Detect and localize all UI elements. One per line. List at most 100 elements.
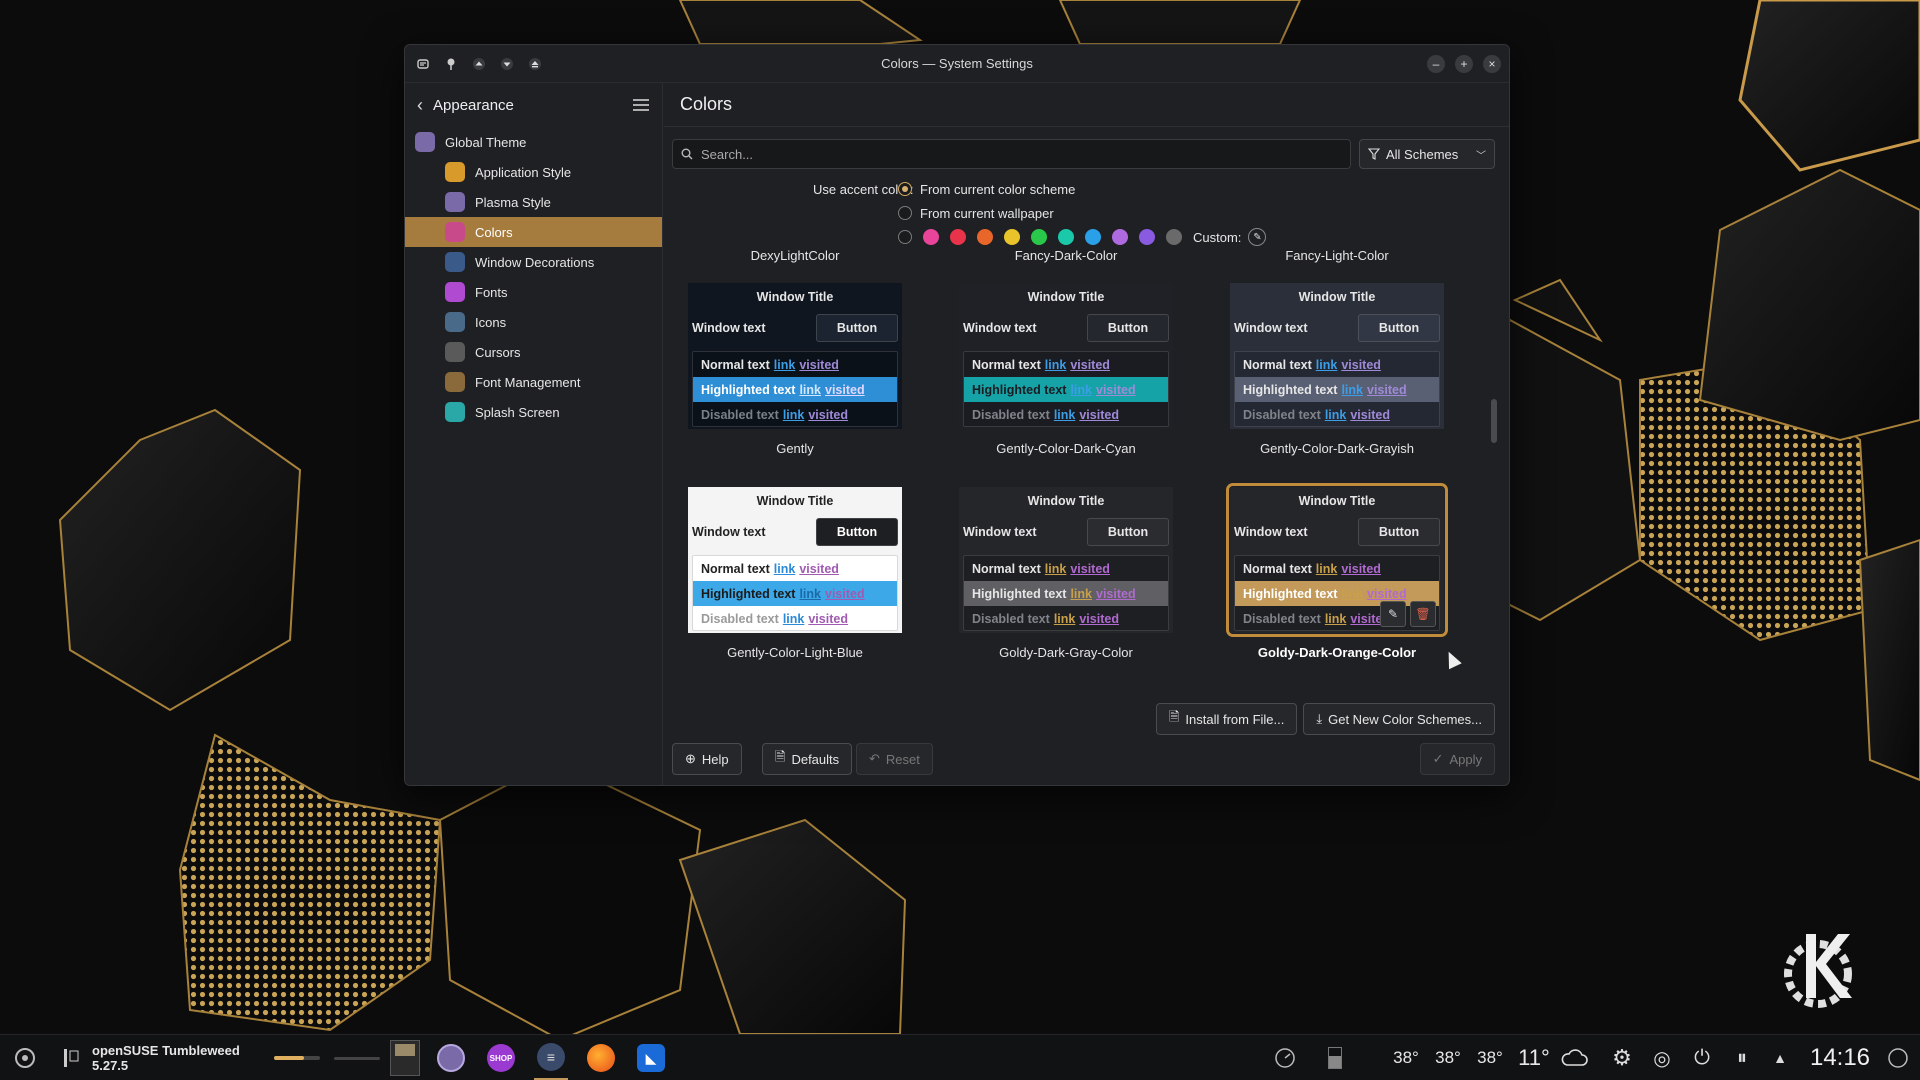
scrollbar[interactable] <box>1491 248 1497 693</box>
minimize-icon[interactable]: – <box>1427 54 1445 73</box>
back-arrow-icon[interactable]: ‹ <box>417 95 423 116</box>
apply-button[interactable]: ✓ Apply <box>1419 743 1495 775</box>
sidebar-item-application-style[interactable]: Application Style <box>405 157 662 187</box>
sidebar-item-font-management[interactable]: Font Management <box>405 367 662 397</box>
shade-icon[interactable] <box>525 54 545 74</box>
keep-below-icon[interactable] <box>497 54 517 74</box>
close-icon[interactable]: × <box>1483 54 1501 73</box>
accent-from-wallpaper-option[interactable]: From current wallpaper <box>898 201 1054 225</box>
volume-slider[interactable] <box>274 1035 320 1080</box>
sidebar-item-splash-screen[interactable]: Splash Screen <box>405 397 662 427</box>
preview-disabled-text: Disabled text <box>701 611 779 626</box>
monitor-icon[interactable] <box>1272 1035 1298 1080</box>
application-launcher-icon[interactable] <box>10 1035 40 1080</box>
brightness-slider[interactable] <box>334 1035 380 1080</box>
radio-from-scheme[interactable] <box>898 182 912 196</box>
accent-swatch[interactable] <box>1166 229 1182 245</box>
tray-expand-icon[interactable]: ▲ <box>1768 1035 1792 1080</box>
color-scheme-card[interactable]: Window Title Window text Button Normal text… <box>1230 283 1444 459</box>
sidebar-item-plasma-style[interactable]: Plasma Style <box>405 187 662 217</box>
preview-highlighted-text: Highlighted text <box>972 586 1067 601</box>
accent-swatch[interactable] <box>1085 229 1101 245</box>
scheme-name: Gently-Color-Light-Blue <box>727 645 863 660</box>
scheme-preview[interactable]: Window Title Window text Button Normal text… <box>959 283 1173 429</box>
delete-scheme-icon[interactable]: 🗑 <box>1410 601 1436 627</box>
scheme-preview[interactable]: Window Title Window text Button Normal text… <box>688 283 902 429</box>
cloud-icon[interactable] <box>1558 1035 1590 1080</box>
preview-window-text: Window text <box>963 525 1037 539</box>
accent-from-scheme-option[interactable]: From current color scheme <box>898 177 1075 201</box>
power-icon[interactable]: ⏻ <box>1688 1035 1716 1080</box>
accent-swatch[interactable] <box>1058 229 1074 245</box>
scheme-preview[interactable]: Window Title Window text Button Normal text… <box>959 487 1173 633</box>
window-menu-icon[interactable] <box>413 54 433 74</box>
radio-from-wallpaper[interactable] <box>898 206 912 220</box>
search-input[interactable]: Search... <box>672 139 1351 169</box>
edit-scheme-icon[interactable]: ✎ <box>1380 601 1406 627</box>
sidebar-item-colors[interactable]: Colors <box>405 217 662 247</box>
title-bar[interactable]: Colors — System Settings – + × <box>405 45 1509 83</box>
sidebar-item-global-theme[interactable]: Global Theme <box>405 127 662 157</box>
color-scheme-card[interactable]: Window Title Window text Button Normal text… <box>688 487 902 663</box>
sidebar-title: Appearance <box>433 96 514 114</box>
sidebar-item-label: Colors <box>475 224 513 240</box>
settings-gear-icon[interactable]: ⚙ <box>1608 1035 1636 1080</box>
scheme-filter-dropdown[interactable]: All Schemes ﹀ <box>1359 139 1495 169</box>
sidebar-item-fonts[interactable]: Fonts <box>405 277 662 307</box>
sidebar-item-cursors[interactable]: Cursors <box>405 337 662 367</box>
accent-swatch[interactable] <box>1031 229 1047 245</box>
show-desktop-icon[interactable] <box>1884 1035 1912 1080</box>
color-scheme-card[interactable]: Window Title Window text Button Normal text… <box>1226 483 1448 663</box>
weather-temperature[interactable]: 11° <box>1514 1035 1554 1080</box>
accent-swatch[interactable] <box>1139 229 1155 245</box>
color-picker-icon[interactable]: ✎ <box>1248 228 1267 246</box>
preview-button: Button <box>816 518 898 546</box>
scrollbar-thumb[interactable] <box>1491 399 1497 443</box>
defaults-label: Defaults <box>791 751 840 767</box>
sidebar-item-icons[interactable]: Icons <box>405 307 662 337</box>
dolphin-task-icon[interactable]: ◣ <box>634 1035 668 1080</box>
active-settings-task-icon[interactable]: ≡ <box>534 1035 568 1080</box>
defaults-button[interactable]: 🗎 Defaults <box>762 743 853 775</box>
preview-link: link <box>1044 561 1067 576</box>
filter-label: All Schemes <box>1386 146 1459 162</box>
color-scheme-card[interactable]: Window Title Window text Button Normal text… <box>959 283 1173 459</box>
keep-above-icon[interactable] <box>469 54 489 74</box>
preview-button: Button <box>1087 314 1169 342</box>
clock[interactable]: 14:16 <box>1800 1035 1880 1080</box>
accent-swatch[interactable] <box>1004 229 1020 245</box>
accent-swatch[interactable] <box>1112 229 1128 245</box>
color-scheme-card[interactable]: Window Title Window text Button Normal text… <box>688 283 902 459</box>
get-new-schemes-button[interactable]: ⤓ Get New Color Schemes... <box>1303 703 1495 735</box>
media-pause-icon[interactable]: ⏸ <box>1728 1035 1756 1080</box>
accent-swatch[interactable] <box>950 229 966 245</box>
hamburger-menu-icon[interactable] <box>632 98 650 112</box>
firefox-task-icon[interactable] <box>584 1035 618 1080</box>
scheme-preview[interactable]: Window Title Window text Button Normal text… <box>1226 483 1448 637</box>
maximize-icon[interactable]: + <box>1455 54 1473 73</box>
pager-icon[interactable] <box>390 1035 420 1080</box>
reset-icon: ↶ <box>869 751 880 766</box>
search-icon <box>681 148 693 160</box>
sidebar-item-label: Icons <box>475 314 507 330</box>
pin-icon[interactable] <box>441 54 461 74</box>
color-scheme-card[interactable]: Window Title Window text Button Normal text… <box>959 487 1173 663</box>
filter-icon <box>1368 148 1380 160</box>
scheme-preview[interactable]: Window Title Window text Button Normal text… <box>688 487 902 633</box>
update-icon[interactable]: ◎ <box>1648 1035 1676 1080</box>
preview-visited: visited <box>1070 357 1110 372</box>
accent-swatch[interactable] <box>923 229 939 245</box>
accent-swatch[interactable] <box>977 229 993 245</box>
help-button[interactable]: ⊕ Help <box>672 743 742 775</box>
install-from-file-button[interactable]: 🗎 Install from File... <box>1155 703 1298 735</box>
scheme-preview[interactable]: Window Title Window text Button Normal text… <box>1230 283 1444 429</box>
discover-task-icon[interactable]: SHOP <box>484 1035 518 1080</box>
reset-button[interactable]: ↶ Reset <box>856 743 933 775</box>
scheme-name: Fancy-Light-Color <box>1285 248 1389 263</box>
radio-swatch[interactable] <box>898 230 912 244</box>
preview-visited: visited <box>825 586 865 601</box>
system-settings-task-icon[interactable] <box>434 1035 468 1080</box>
preview-highlighted-text: Highlighted text <box>1243 382 1338 397</box>
accent-option-scheme-label: From current color scheme <box>920 181 1076 197</box>
sidebar-item-window-decorations[interactable]: Window Decorations <box>405 247 662 277</box>
